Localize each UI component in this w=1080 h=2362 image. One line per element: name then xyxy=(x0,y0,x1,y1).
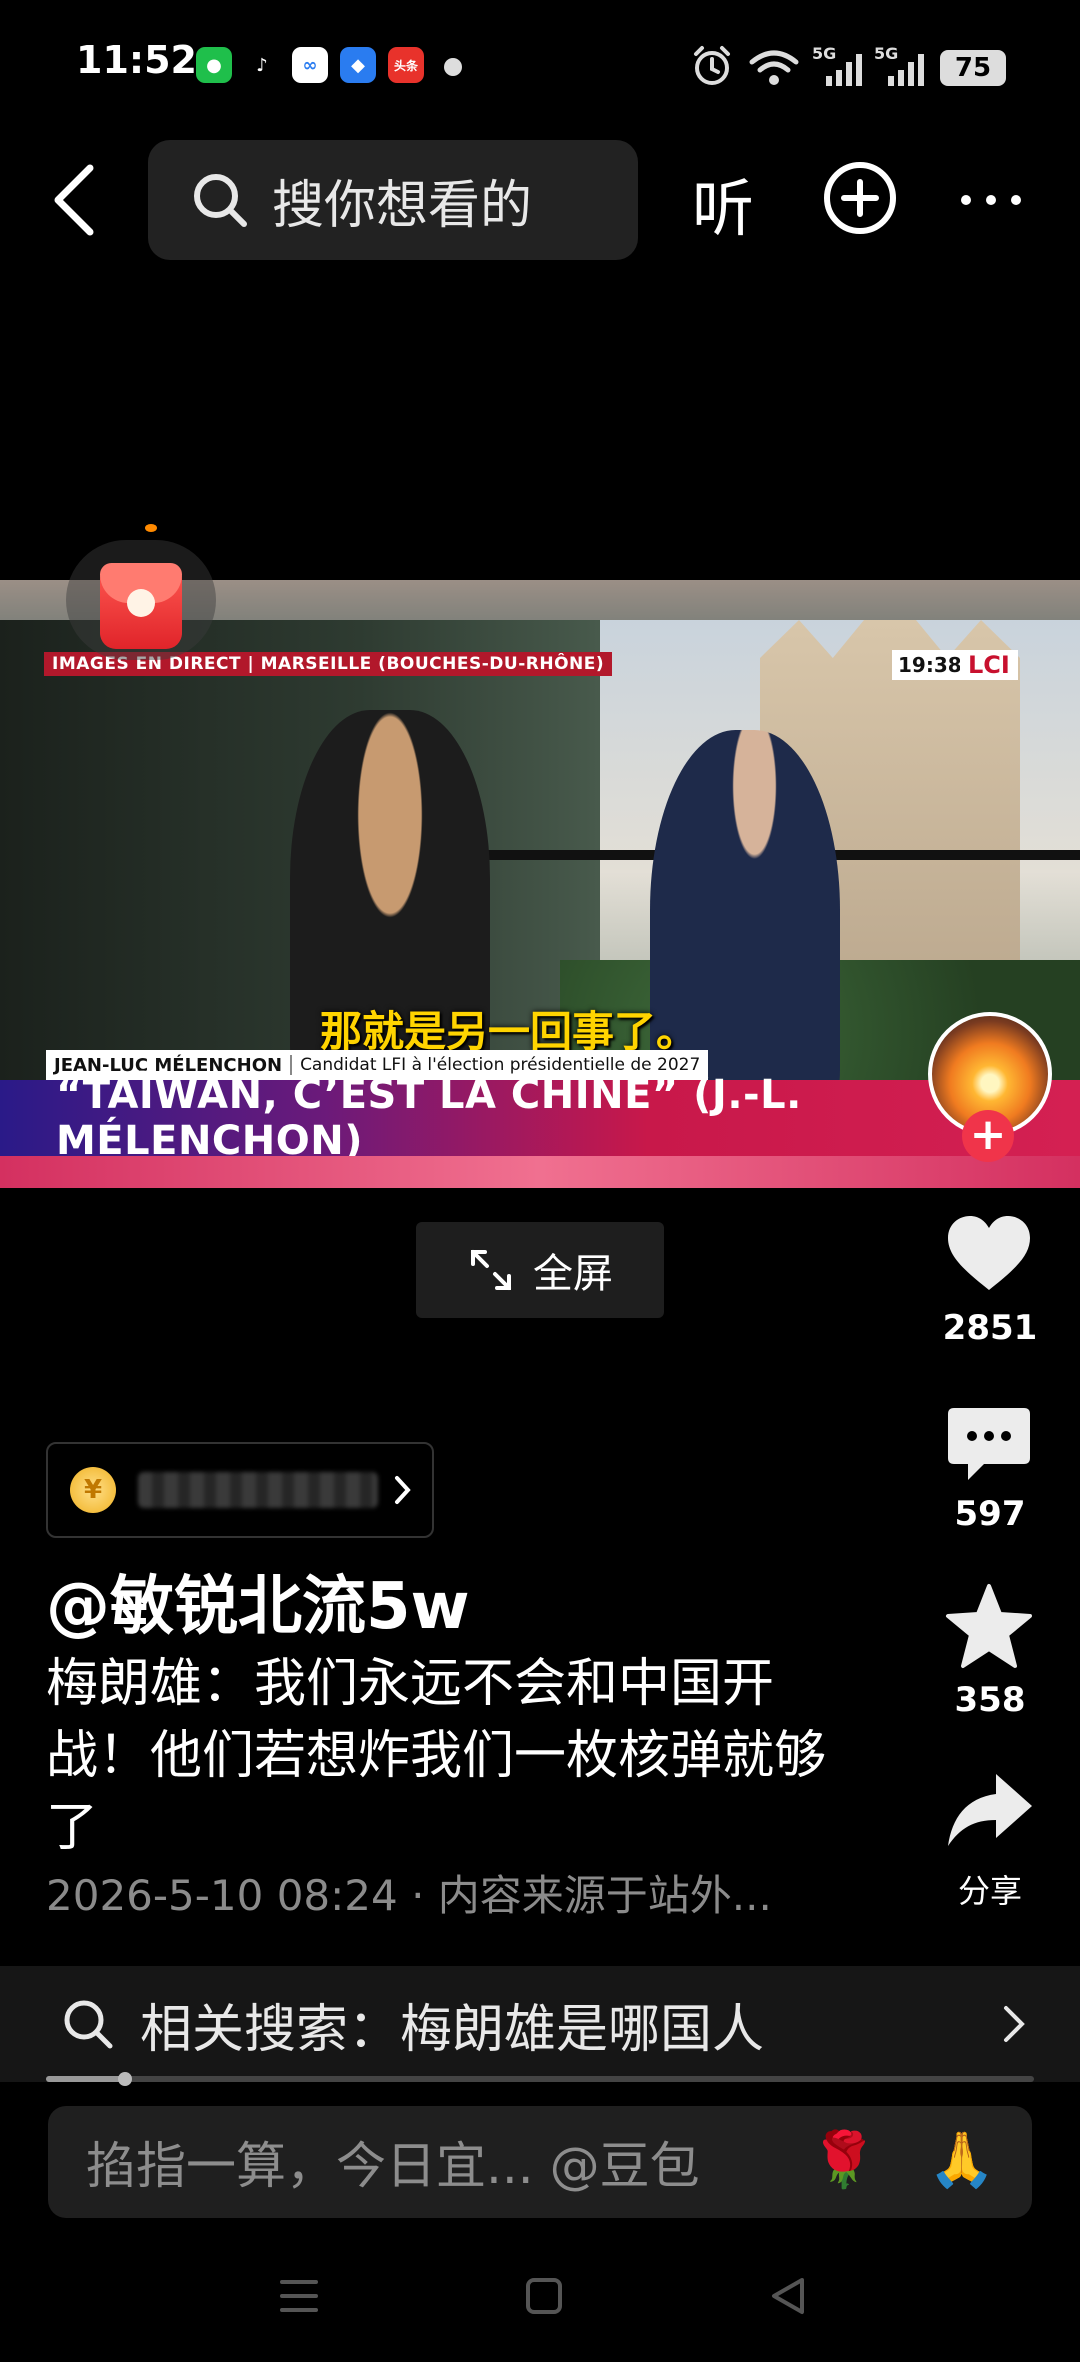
post-meta: 2026-5-10 08:24 · 内容来源于站外... xyxy=(46,1871,772,1920)
like-heart-icon[interactable] xyxy=(944,1210,1034,1300)
favorite-count: 358 xyxy=(954,1680,1026,1720)
search-bar[interactable]: 搜你想看的 xyxy=(148,140,638,260)
follow-plus-button[interactable]: + xyxy=(962,1110,1014,1162)
like-count: 2851 xyxy=(942,1308,1038,1348)
share-arrow-icon[interactable] xyxy=(944,1768,1034,1858)
envelope-badge-dot xyxy=(145,524,157,532)
video-clock: 19:38 xyxy=(892,650,968,680)
home-nav-icon[interactable] xyxy=(524,2276,564,2316)
pray-emoji-button[interactable]: 🙏 xyxy=(928,2128,995,2192)
toutiao-icon: 头条 xyxy=(388,47,424,83)
battery-indicator: 75 xyxy=(940,50,1006,86)
rose-emoji-button[interactable]: 🌹 xyxy=(810,2128,877,2192)
comment-count: 597 xyxy=(954,1494,1026,1534)
red-envelope-icon[interactable] xyxy=(100,563,182,649)
signal-5g-icon-2: 5G xyxy=(874,44,930,88)
video-headline-banner: “TAÏWAN, C’EST LA CHINE” (J.-L. MÉLENCHO… xyxy=(0,1072,1080,1164)
video-headline-text: “TAÏWAN, C’EST LA CHINE” (J.-L. MÉLENCHO… xyxy=(56,1072,802,1164)
chevron-right-icon xyxy=(1004,2006,1025,2042)
notification-dot-icon xyxy=(444,58,462,76)
signal-5g-icon-1: 5G xyxy=(812,44,868,88)
post-description[interactable]: 梅朗雄：我们永远不会和中国开战！他们若想炸我们一枚核弹就够了 xyxy=(46,1648,826,1864)
comment-input-text: 掐指一算，今日宜... @豆包 xyxy=(86,2137,700,2195)
listen-button[interactable]: 听 xyxy=(692,158,754,248)
search-placeholder: 搜你想看的 xyxy=(272,175,533,236)
blurred-reward-text xyxy=(138,1472,378,1508)
more-options-icon[interactable] xyxy=(958,180,1024,220)
author-name[interactable]: @敏锐北流5w xyxy=(46,1555,470,1647)
favorite-star-icon[interactable] xyxy=(944,1582,1034,1672)
status-time: 11:52 xyxy=(76,38,197,82)
related-search-text: 相关搜索：梅朗雄是哪国人 xyxy=(140,1999,765,2060)
search-icon xyxy=(64,2000,113,2049)
video-player[interactable]: IMAGES EN DIRECT | MARSEILLE (BOUCHES-DU… xyxy=(0,580,1080,1188)
video-progress-track[interactable] xyxy=(46,2076,1034,2082)
chevron-right-icon xyxy=(395,1476,411,1504)
back-nav-icon[interactable] xyxy=(768,2276,808,2316)
expand-icon xyxy=(471,1250,511,1290)
envelope-seal xyxy=(127,589,155,617)
video-progress-knob[interactable] xyxy=(118,2072,132,2086)
fullscreen-button[interactable]: 全屏 xyxy=(416,1222,664,1318)
coin-icon: ¥ xyxy=(70,1467,116,1513)
back-arrow-icon[interactable] xyxy=(40,160,110,240)
reward-pill[interactable]: ¥ xyxy=(46,1442,434,1538)
video-bottom-strip xyxy=(0,1156,1080,1188)
wechat-icon: ● xyxy=(196,47,232,83)
add-circle-icon[interactable] xyxy=(822,160,898,236)
comment-input[interactable]: 掐指一算，今日宜... @豆包 xyxy=(48,2106,1032,2218)
menu-nav-icon[interactable] xyxy=(278,2276,320,2316)
alarm-icon xyxy=(694,46,730,85)
comment-bubble-icon[interactable] xyxy=(944,1400,1034,1490)
search-icon xyxy=(194,174,247,227)
cloud-app-icon: ∞ xyxy=(292,47,328,83)
browser-app-icon: ◆ xyxy=(340,47,376,83)
related-search-bar[interactable]: 相关搜索：梅朗雄是哪国人 xyxy=(0,1966,1080,2082)
video-progress-fill xyxy=(46,2076,125,2082)
fullscreen-label: 全屏 xyxy=(533,1251,613,1297)
tiktok-icon: ♪ xyxy=(244,47,280,83)
channel-logo: LCI xyxy=(960,650,1018,680)
wifi-icon xyxy=(749,50,799,85)
share-label[interactable]: 分享 xyxy=(900,1866,1080,1912)
